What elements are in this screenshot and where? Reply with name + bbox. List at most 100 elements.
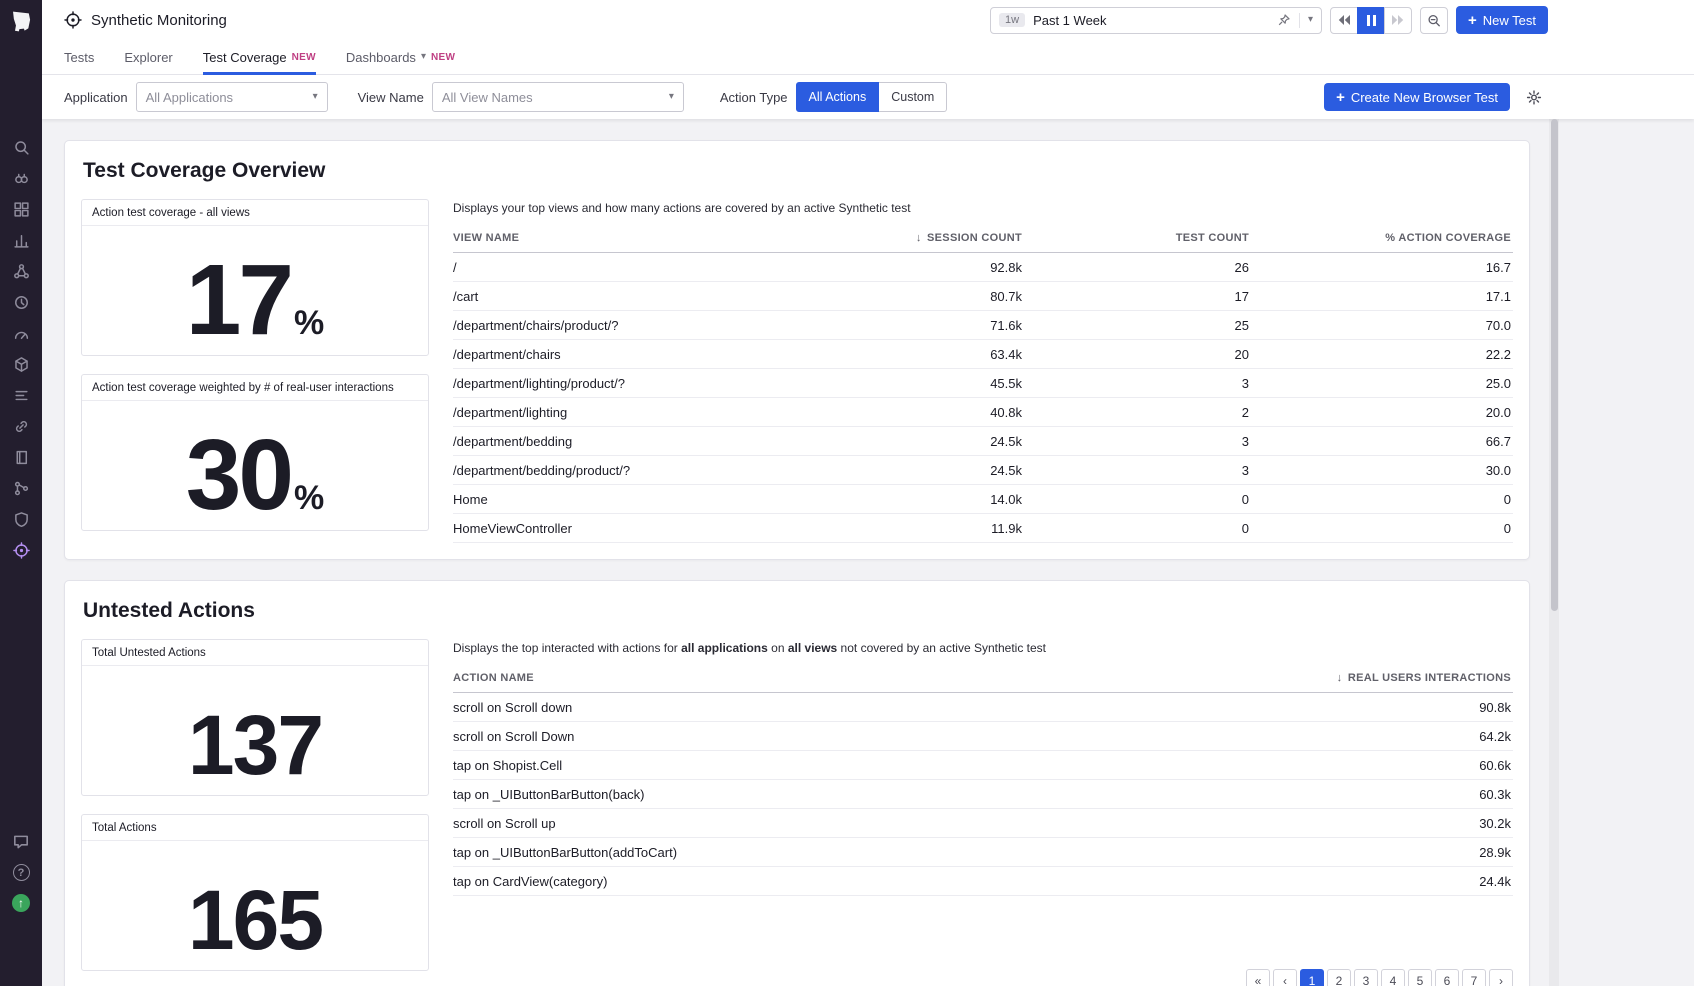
test-count-cell: 3	[1024, 376, 1251, 391]
table-row[interactable]: HomeViewController 11.9k 0 0	[453, 514, 1513, 543]
settings-button[interactable]	[1520, 83, 1548, 111]
pagination-page-5[interactable]: 5	[1408, 969, 1432, 986]
create-browser-test-button[interactable]: + Create New Browser Test	[1324, 83, 1510, 111]
pause-button[interactable]	[1357, 7, 1385, 34]
column-real-users-interactions[interactable]: ↓ REAL USERS INTERACTIONS	[1213, 672, 1513, 684]
table-row[interactable]: tap on _UIButtonBarButton(back) 60.3k	[453, 780, 1513, 809]
pagination-page-4[interactable]: 4	[1381, 969, 1405, 986]
pagination-page-7[interactable]: 7	[1462, 969, 1486, 986]
scrollbar-thumb[interactable]	[1551, 119, 1558, 611]
tab-explorer[interactable]: Explorer	[124, 40, 172, 74]
application-value: All Applications	[146, 90, 233, 105]
table-row[interactable]: tap on _UIButtonBarButton(addToCart) 28.…	[453, 838, 1513, 867]
column-action-coverage[interactable]: % ACTION COVERAGE	[1251, 232, 1513, 244]
test-count-cell: 3	[1024, 463, 1251, 478]
tab-bar: Tests Explorer Test Coverage NEW Dashboa…	[42, 40, 1694, 75]
action-type-all-actions[interactable]: All Actions	[796, 82, 880, 112]
stat-number: 165	[188, 888, 322, 954]
application-select[interactable]: All Applications ▾	[136, 82, 328, 112]
interactions-cell: 60.6k	[1213, 758, 1513, 773]
test-count-cell: 3	[1024, 434, 1251, 449]
integrations-icon[interactable]	[8, 418, 34, 435]
filter-bar: Application All Applications ▾ View Name…	[42, 75, 1694, 119]
pagination-page-1[interactable]: 1	[1300, 969, 1324, 986]
table-row[interactable]: /department/lighting 40.8k 2 20.0	[453, 398, 1513, 427]
table-row[interactable]: scroll on Scroll up 30.2k	[453, 809, 1513, 838]
description-text: not covered by an active Synthetic test	[837, 641, 1046, 655]
table-row[interactable]: /cart 80.7k 17 17.1	[453, 282, 1513, 311]
page-title: Synthetic Monitoring	[91, 12, 227, 29]
tab-tests[interactable]: Tests	[64, 40, 94, 74]
table-row[interactable]: scroll on Scroll down 90.8k	[453, 693, 1513, 722]
security-icon[interactable]	[8, 511, 34, 528]
watchdog-icon[interactable]	[8, 170, 34, 187]
test-count-cell: 2	[1024, 405, 1251, 420]
untested-table-column: Displays the top interacted with actions…	[453, 639, 1513, 986]
pagination-page-3[interactable]: 3	[1354, 969, 1378, 986]
untested-table-header: ACTION NAME ↓ REAL USERS INTERACTIONS	[453, 667, 1513, 693]
processes-icon[interactable]	[8, 387, 34, 404]
action-coverage-cell: 66.7	[1251, 434, 1513, 449]
pagination-first[interactable]: «	[1246, 969, 1270, 986]
pagination-page-2[interactable]: 2	[1327, 969, 1351, 986]
zoom-out-button[interactable]	[1420, 7, 1448, 34]
rum-icon[interactable]	[8, 325, 34, 342]
interactions-cell: 28.9k	[1213, 845, 1513, 860]
column-session-count[interactable]: ↓ SESSION COUNT	[874, 232, 1024, 244]
tab-test-coverage[interactable]: Test Coverage NEW	[203, 40, 316, 74]
pagination-page-6[interactable]: 6	[1435, 969, 1459, 986]
service-map-icon[interactable]	[8, 263, 34, 280]
infrastructure-icon[interactable]	[8, 356, 34, 373]
new-test-label: New Test	[1483, 13, 1536, 28]
column-action-name[interactable]: ACTION NAME	[453, 672, 1213, 684]
help-icon[interactable]: ?	[13, 864, 30, 881]
table-row[interactable]: /department/chairs/product/? 71.6k 25 70…	[453, 311, 1513, 340]
table-row[interactable]: Home 14.0k 0 0	[453, 485, 1513, 514]
view-name-select[interactable]: All View Names ▾	[432, 82, 684, 112]
chevron-down-icon[interactable]: ▾	[1308, 15, 1313, 25]
dashboards-icon[interactable]	[8, 201, 34, 218]
column-view-name[interactable]: VIEW NAME	[453, 232, 874, 244]
metrics-icon[interactable]	[8, 232, 34, 249]
chat-icon[interactable]	[8, 833, 34, 851]
stat-value: 17%	[82, 226, 428, 355]
table-row[interactable]: /department/lighting/product/? 45.5k 3 2…	[453, 369, 1513, 398]
table-row[interactable]: /department/bedding 24.5k 3 66.7	[453, 427, 1513, 456]
synthetics-icon[interactable]	[8, 542, 34, 559]
search-icon[interactable]	[8, 139, 34, 156]
action-type-custom[interactable]: Custom	[879, 82, 947, 112]
datadog-logo[interactable]	[7, 7, 35, 35]
session-count-cell: 63.4k	[874, 347, 1024, 362]
monitors-icon[interactable]	[8, 294, 34, 311]
table-row[interactable]: scroll on Scroll Down 64.2k	[453, 722, 1513, 751]
table-row[interactable]: tap on Shopist.Cell 60.6k	[453, 751, 1513, 780]
interactions-cell: 64.2k	[1213, 729, 1513, 744]
interactions-cell: 90.8k	[1213, 700, 1513, 715]
gear-icon	[1526, 89, 1542, 106]
untested-stats-column: Total Untested Actions 137 Total Actions…	[81, 639, 429, 986]
rewind-button[interactable]	[1330, 7, 1358, 34]
logs-icon[interactable]	[8, 449, 34, 466]
view-name-cell: /department/bedding/product/?	[453, 463, 874, 478]
pagination-prev[interactable]: ‹	[1273, 969, 1297, 986]
action-coverage-cell: 17.1	[1251, 289, 1513, 304]
stat-value: 165	[82, 841, 428, 970]
forward-button[interactable]	[1384, 7, 1412, 34]
pin-icon[interactable]	[1277, 13, 1291, 27]
table-row[interactable]: /department/bedding/product/? 24.5k 3 30…	[453, 456, 1513, 485]
tab-dashboards[interactable]: Dashboards ▾ NEW	[346, 40, 455, 74]
new-test-button[interactable]: + New Test	[1456, 6, 1548, 34]
pagination-next[interactable]: ›	[1489, 969, 1513, 986]
ci-pipelines-icon[interactable]	[8, 480, 34, 497]
time-shortcut-badge: 1w	[999, 13, 1025, 27]
column-test-count[interactable]: TEST COUNT	[1024, 232, 1251, 244]
upgrade-icon[interactable]: ↑	[12, 894, 30, 912]
chevron-down-icon: ▾	[669, 92, 674, 102]
action-coverage-cell: 25.0	[1251, 376, 1513, 391]
test-coverage-overview-card: Test Coverage Overview Action test cover…	[64, 140, 1530, 560]
table-row[interactable]: tap on CardView(category) 24.4k	[453, 867, 1513, 896]
stat-number: 17	[186, 261, 291, 339]
time-range-selector[interactable]: 1w Past 1 Week ▾	[990, 7, 1322, 34]
table-row[interactable]: / 92.8k 26 16.7	[453, 253, 1513, 282]
table-row[interactable]: /department/chairs 63.4k 20 22.2	[453, 340, 1513, 369]
